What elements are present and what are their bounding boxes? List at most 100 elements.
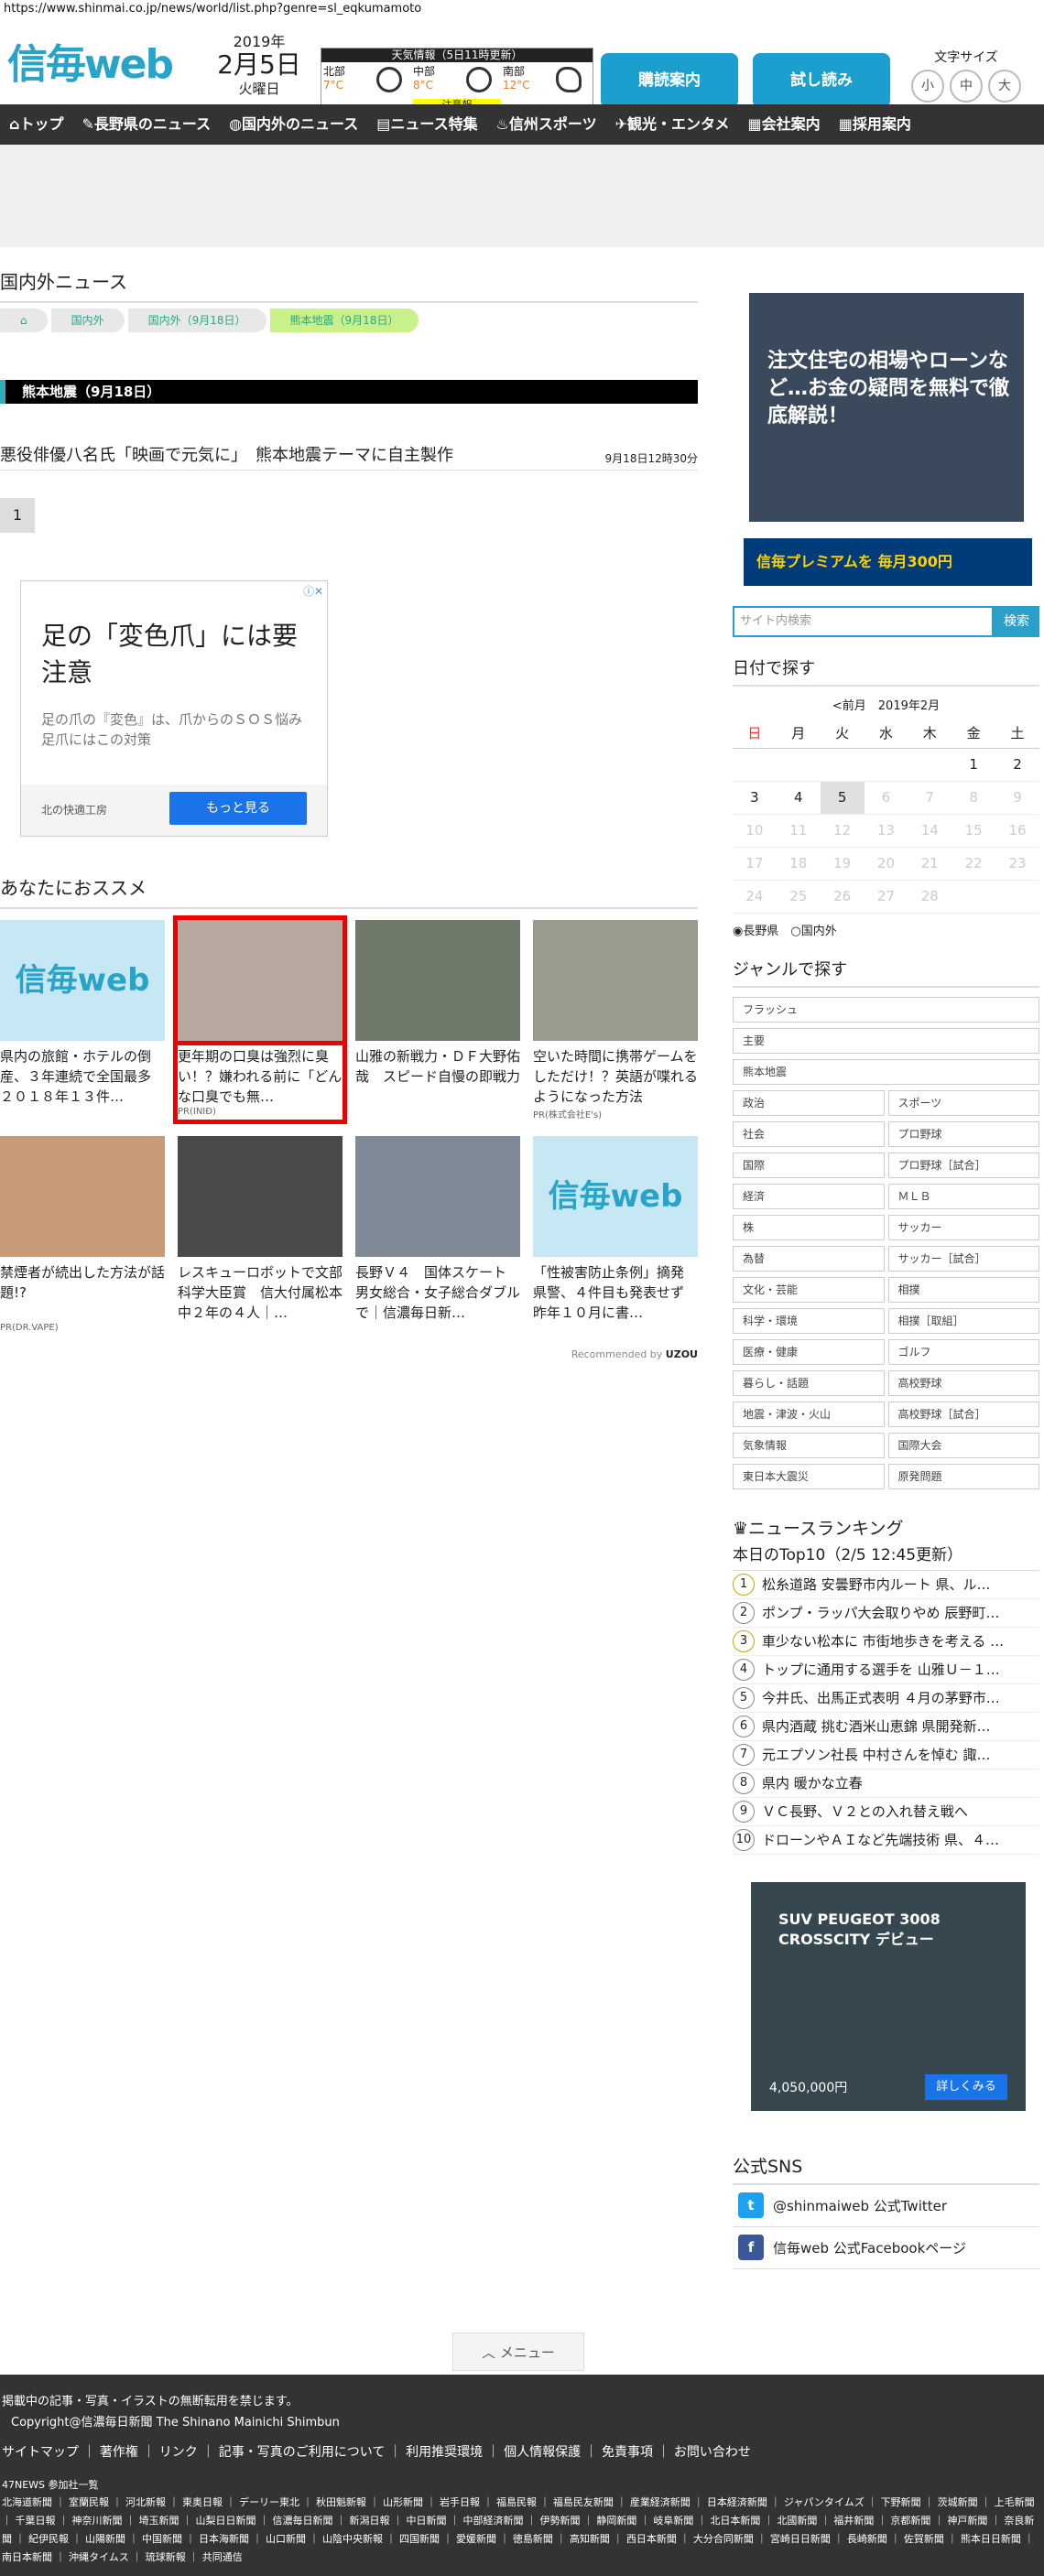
site-logo[interactable]: 信毎web	[7, 31, 174, 90]
genre-item[interactable]: 政治	[733, 1089, 885, 1116]
genre-item[interactable]: ゴルフ	[887, 1338, 1039, 1365]
genre-item[interactable]: スポーツ	[887, 1089, 1039, 1116]
twitter-link[interactable]: t @shinmaiweb 公式Twitter	[733, 2185, 1039, 2227]
genre-item[interactable]: 東日本大震災	[733, 1463, 885, 1489]
article-row[interactable]: 悪役俳優八名氏「映画で元気に」 熊本地震テーマに自主製作 9月18日12時30分	[0, 442, 698, 471]
breadcrumb-item[interactable]: 国内外	[50, 308, 125, 332]
card-image	[178, 1136, 343, 1257]
nav-sports[interactable]: ♨信州スポーツ	[487, 104, 606, 145]
ranking-item[interactable]: 3 車少ない松本に 市街地歩きを考える …	[733, 1628, 1039, 1656]
calendar-day: 21	[908, 847, 952, 881]
nav-recruit[interactable]: ▦採用案内	[830, 104, 920, 145]
genre-item[interactable]: サッカー［試合］	[887, 1245, 1039, 1272]
footer: 掲載中の記事・写真・イラストの無断転用を禁じます。 Copyright@信濃毎日…	[0, 2375, 1044, 2576]
ranking-item[interactable]: 5 今井氏、出馬正式表明 ４月の茅野市…	[733, 1684, 1039, 1713]
genre-item[interactable]: 高校野球	[887, 1369, 1039, 1396]
genre-item[interactable]: プロ野球	[887, 1120, 1039, 1147]
car-ad-button[interactable]: 詳しくみる	[925, 2073, 1007, 2100]
nav-nagano[interactable]: ✎長野県のニュース	[72, 104, 220, 145]
search-button[interactable]: 検索	[994, 606, 1039, 637]
calendar-day[interactable]: 4	[776, 781, 821, 815]
calendar-day: 22	[952, 847, 996, 881]
facebook-link[interactable]: f 信毎web 公式Facebookページ	[733, 2227, 1039, 2269]
ranking-item[interactable]: 10 ドローンやＡＩなど先端技術 県、４…	[733, 1826, 1039, 1855]
breadcrumb-item[interactable]: 国内外（9月18日）	[127, 308, 266, 332]
genre-item[interactable]: 原発問題	[887, 1463, 1039, 1489]
font-size-large[interactable]: 大	[988, 70, 1021, 103]
genre-item[interactable]: 社会	[733, 1120, 885, 1147]
footer-newspaper-links[interactable]: 北海道新聞 ｜ 室蘭民報 ｜ 河北新報 ｜ 東奥日報 ｜ デーリー東北 ｜ 秋田…	[0, 2494, 1044, 2567]
cloudy-sunny-icon	[556, 67, 582, 92]
nav-top[interactable]: ⌂トップ	[0, 104, 72, 145]
nav-company[interactable]: ▦会社案内	[739, 104, 830, 145]
genre-item[interactable]: 地震・津波・火山	[733, 1401, 885, 1427]
genre-item[interactable]: 暮らし・話題	[733, 1369, 885, 1396]
genre-item[interactable]: 相撲［取組］	[887, 1307, 1039, 1334]
date-display: 2019年 2月5日 火曜日	[209, 29, 310, 98]
ranking-item[interactable]: 2 ポンプ・ラッパ大会取りやめ 辰野町…	[733, 1599, 1039, 1628]
calendar-day[interactable]: 3	[733, 781, 777, 815]
recommend-card[interactable]: 信毎web 県内の旅館・ホテルの倒産、３年連続で全国最多 ２０１８年１３件…	[0, 920, 165, 1120]
genre-item[interactable]: 気象情報	[733, 1432, 885, 1458]
ranking-item[interactable]: 9 ＶＣ長野、Ｖ２との入れ替え戦へ	[733, 1798, 1039, 1826]
ranking-item[interactable]: 1 松糸道路 安曇野市内ルート 県、ル…	[733, 1571, 1039, 1599]
calendar-day: 24	[733, 880, 777, 914]
recommended-by[interactable]: Recommended by UZOU	[0, 1348, 698, 1360]
calendar-day: 18	[776, 847, 821, 881]
search-input[interactable]: サイト内検索	[733, 606, 994, 637]
nav-features[interactable]: ▤ニュース特集	[367, 104, 486, 145]
ad-title[interactable]: 足の「変色爪」には要注意	[41, 618, 307, 691]
article-headline[interactable]: 悪役俳優八名氏「映画で元気に」 熊本地震テーマに自主製作	[0, 442, 453, 466]
recommend-card[interactable]: 更年期の口臭は強烈に臭い！？嫌われる前に「どんな口臭でも無… PR(INIÐ)	[173, 915, 347, 1124]
menu-button[interactable]: ︿ メニュー	[452, 2332, 584, 2371]
font-size-medium[interactable]: 中	[950, 70, 983, 103]
recommend-card[interactable]: 山雅の新戦力・ＤＦ大野佑哉 スピード自慢の即戦力	[355, 920, 520, 1120]
native-ad[interactable]: ⓘ✕ 足の「変色爪」には要注意 足の爪の『変色』は、爪からのＳＯＳ悩み足爪にはこ…	[20, 580, 328, 837]
genre-item[interactable]: 国際大会	[887, 1432, 1039, 1458]
radio-nagano[interactable]: ◉	[733, 925, 743, 938]
genre-item[interactable]: 熊本地震	[733, 1058, 1039, 1085]
recommend-card[interactable]: レスキューロボットで文部科学大臣賞 信大付属松本中２年の４人｜…	[178, 1136, 343, 1336]
font-size-small[interactable]: 小	[911, 70, 944, 103]
genre-item[interactable]: ＭＬＢ	[887, 1183, 1039, 1209]
calendar-day-today[interactable]: 5	[820, 781, 865, 815]
genre-item[interactable]: フラッシュ	[733, 996, 1039, 1023]
genre-item[interactable]: 株	[733, 1214, 885, 1240]
genre-item[interactable]: 主要	[733, 1027, 1039, 1054]
ad-choices-icon[interactable]: ⓘ✕	[303, 583, 323, 599]
font-size-label: 文字サイズ	[934, 50, 998, 65]
genre-item[interactable]: 高校野球［試合］	[887, 1401, 1039, 1427]
sidebar-ad-housing[interactable]: 注文住宅の相場やローンなど…お金の疑問を無料で徹底解説！	[749, 293, 1024, 522]
calendar-day[interactable]: 1	[952, 748, 996, 782]
ranking-item[interactable]: 8 県内 暖かな立春	[733, 1770, 1039, 1798]
calendar-day[interactable]: 2	[995, 748, 1039, 782]
calendar-prev[interactable]: <前月	[832, 699, 866, 713]
genre-item[interactable]: 文化・芸能	[733, 1276, 885, 1303]
genre-item[interactable]: 経済	[733, 1183, 885, 1209]
trial-button[interactable]: 試し読み	[753, 53, 890, 108]
genre-item[interactable]: サッカー	[887, 1214, 1039, 1240]
footer-links[interactable]: サイトマップ ｜ 著作権 ｜ リンク ｜ 記事・写真のご利用について ｜ 利用推…	[0, 2442, 1044, 2461]
genre-item[interactable]: 科学・環境	[733, 1307, 885, 1334]
nav-world[interactable]: ◍国内外のニュース	[220, 104, 367, 145]
sidebar-ad-premium[interactable]: 信毎プレミアムを 毎月300円	[744, 538, 1032, 586]
recommend-card[interactable]: 信毎web 「性被害防止条例」摘発 県警、４件目も発表せず 昨年１０月に書…	[533, 1136, 698, 1336]
genre-item[interactable]: 国際	[733, 1152, 885, 1178]
genre-item[interactable]: 為替	[733, 1245, 885, 1272]
ranking-item[interactable]: 7 元エプソン社長 中村さんを悼む 諏…	[733, 1741, 1039, 1770]
radio-world[interactable]: ○	[790, 925, 800, 938]
genre-item[interactable]: プロ野球［試合］	[887, 1152, 1039, 1178]
recommend-card[interactable]: 長野Ｖ４ 国体スケート 男女総合・女子総合ダブルで｜信濃毎日新…	[355, 1136, 520, 1336]
subscription-button[interactable]: 購読案内	[601, 53, 738, 108]
pagination-page[interactable]: 1	[0, 498, 35, 533]
sidebar-ad-car[interactable]: SUV PEUGEOT 3008 CROSSCITY デビュー 4,050,00…	[751, 1881, 1026, 2111]
ad-more-button[interactable]: もっと見る	[169, 792, 307, 825]
nav-tourism[interactable]: ✈観光・エンタメ	[606, 104, 739, 145]
ranking-item[interactable]: 6 県内酒蔵 挑む酒米山恵錦 県開発新…	[733, 1713, 1039, 1741]
genre-item[interactable]: 相撲	[887, 1276, 1039, 1303]
breadcrumb-home[interactable]: ⌂	[0, 308, 48, 332]
genre-item[interactable]: 医療・健康	[733, 1338, 885, 1365]
recommend-card[interactable]: 禁煙者が続出した方法が話題!? PR(DR.VAPE)	[0, 1136, 165, 1336]
recommend-card[interactable]: 空いた時間に携帯ゲームをしただけ！？英語が喋れるようになった方法 PR(株式会社E…	[533, 920, 698, 1120]
ranking-item[interactable]: 4 トップに通用する選手を 山雅Ｕ－１…	[733, 1656, 1039, 1684]
